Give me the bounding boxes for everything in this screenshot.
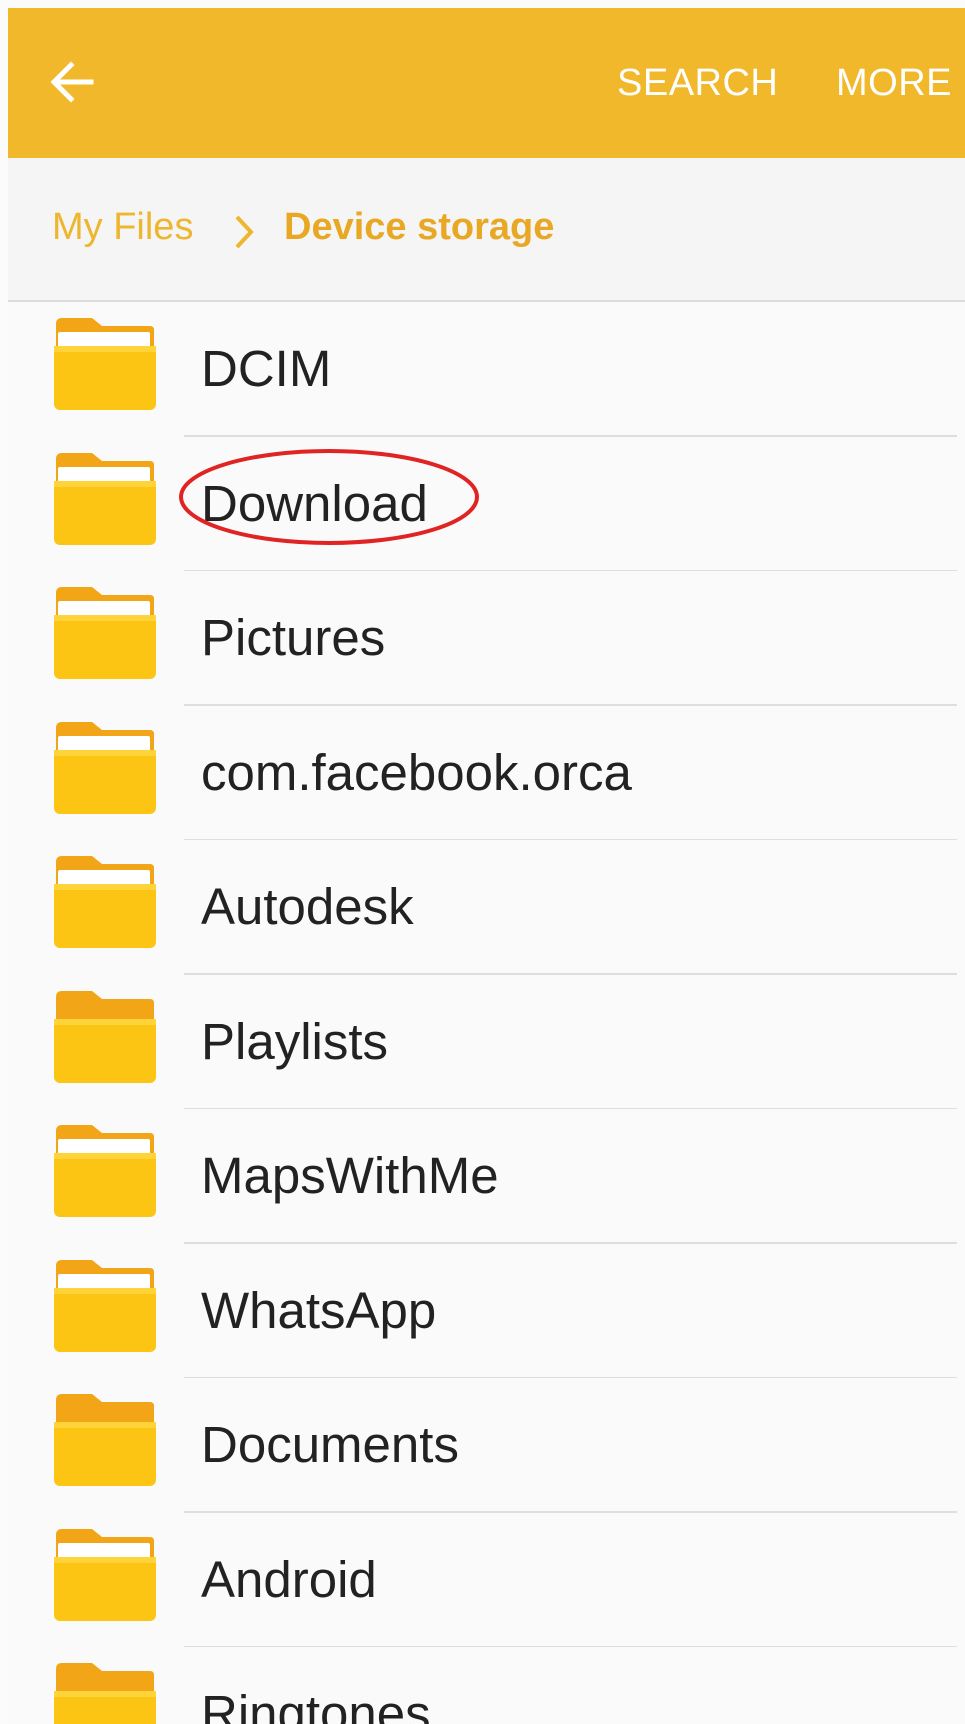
folder-name: Documents	[201, 1416, 459, 1473]
folder-icon	[54, 721, 156, 814]
folder-icon	[54, 856, 156, 948]
folder-icon	[54, 587, 156, 679]
back-button[interactable]	[42, 52, 102, 112]
folder-name: DCIM	[201, 340, 332, 397]
folder-icon	[54, 1394, 156, 1486]
folder-row[interactable]: Playlists	[8, 975, 965, 1109]
folder-icon	[54, 452, 156, 545]
chevron-right-icon	[235, 215, 254, 249]
folder-icon	[54, 1125, 156, 1217]
folder-name: Download	[201, 474, 428, 532]
folder-icon	[54, 1663, 156, 1724]
folder-row[interactable]: WhatsApp	[8, 1244, 965, 1378]
search-button[interactable]: SEARCH	[617, 55, 778, 111]
folder-icon	[54, 318, 156, 410]
folder-name: com.facebook.orca	[201, 743, 632, 801]
folder-name: MapsWithMe	[201, 1147, 499, 1204]
folder-name: Playlists	[201, 1012, 389, 1070]
folder-name: WhatsApp	[201, 1281, 437, 1339]
folder-name: Android	[201, 1550, 377, 1608]
folder-row[interactable]: Ringtones	[8, 1647, 965, 1724]
folder-row[interactable]: com.facebook.orca	[8, 706, 965, 840]
app-bar: SEARCH MORE	[8, 8, 965, 158]
arrow-left-icon	[50, 61, 94, 103]
folder-row[interactable]: Autodesk	[8, 840, 965, 975]
folder-row[interactable]: Documents	[8, 1378, 965, 1513]
folder-icon	[54, 1259, 156, 1352]
folder-row[interactable]: Pictures	[8, 571, 965, 706]
folder-row[interactable]: DCIM	[8, 302, 965, 437]
folder-icon	[54, 990, 156, 1083]
breadcrumb: My Files Device storage	[8, 158, 965, 302]
breadcrumb-my-files[interactable]: My Files	[52, 206, 193, 249]
file-manager-screen: SEARCH MORE My Files Device storage DCIM…	[8, 8, 965, 1724]
folder-icon	[54, 1528, 156, 1621]
folder-row[interactable]: MapsWithMe	[8, 1109, 965, 1244]
folder-name: Ringtones	[201, 1685, 431, 1724]
folder-list: DCIM Download Pictures com.facebook.orca Aut…	[8, 302, 965, 1724]
folder-row[interactable]: Android	[8, 1513, 965, 1647]
folder-name: Pictures	[201, 609, 386, 666]
folder-name: Autodesk	[201, 878, 414, 935]
more-button[interactable]: MORE	[836, 55, 952, 111]
folder-row[interactable]: Download	[8, 437, 965, 571]
breadcrumb-device-storage: Device storage	[284, 206, 555, 248]
